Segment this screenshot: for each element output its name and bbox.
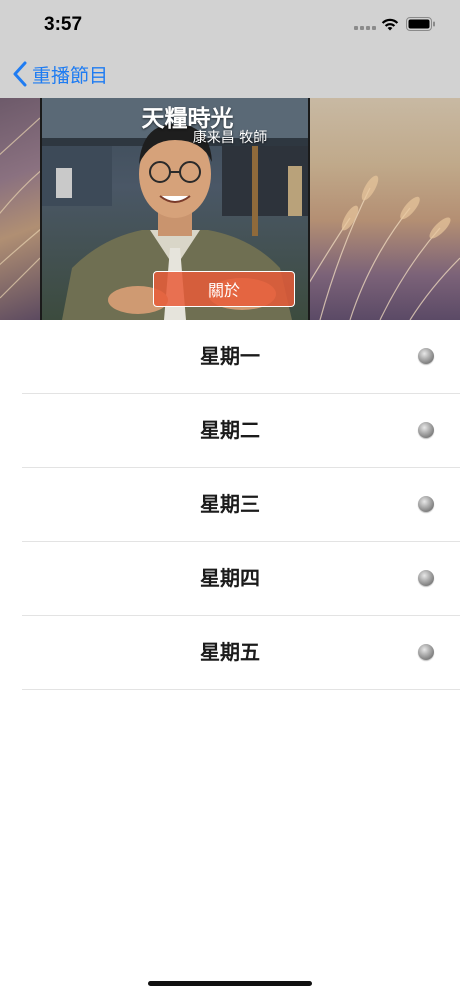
status-dot-icon <box>418 570 434 586</box>
status-dot-icon <box>418 644 434 660</box>
program-host: 康来昌 牧師 <box>192 130 268 146</box>
back-button[interactable]: 重播節目 <box>12 58 108 90</box>
chevron-left-icon <box>13 61 27 87</box>
list-item-tuesday[interactable]: 星期二 <box>22 394 460 468</box>
navigation-bar: 重播節目 <box>0 50 460 98</box>
list-item-friday[interactable]: 星期五 <box>22 616 460 690</box>
status-dot-icon <box>418 496 434 512</box>
list-item-wednesday[interactable]: 星期三 <box>22 468 460 542</box>
status-time: 3:57 <box>44 14 83 35</box>
wifi-icon <box>381 18 399 31</box>
list-item-thursday[interactable]: 星期四 <box>22 542 460 616</box>
about-button[interactable]: 關於 <box>153 271 295 307</box>
day-label: 星期一 <box>200 344 260 368</box>
program-banner: 天糧時光 康来昌 牧師 關於 <box>0 98 460 320</box>
status-bar: 3:57 <box>0 0 460 50</box>
list-item-monday[interactable]: 星期一 <box>22 320 460 394</box>
day-list: 星期一 星期二 星期三 星期四 星期五 <box>0 320 460 690</box>
cellular-signal-icon <box>354 26 376 30</box>
day-label: 星期三 <box>200 492 260 516</box>
day-label: 星期四 <box>200 566 260 590</box>
back-button-label: 重播節目 <box>32 64 109 87</box>
status-dot-icon <box>418 348 434 364</box>
home-indicator[interactable] <box>148 981 312 986</box>
day-label: 星期五 <box>200 640 260 664</box>
day-label: 星期二 <box>200 418 260 442</box>
battery-icon <box>406 17 435 31</box>
status-dot-icon <box>418 422 434 438</box>
